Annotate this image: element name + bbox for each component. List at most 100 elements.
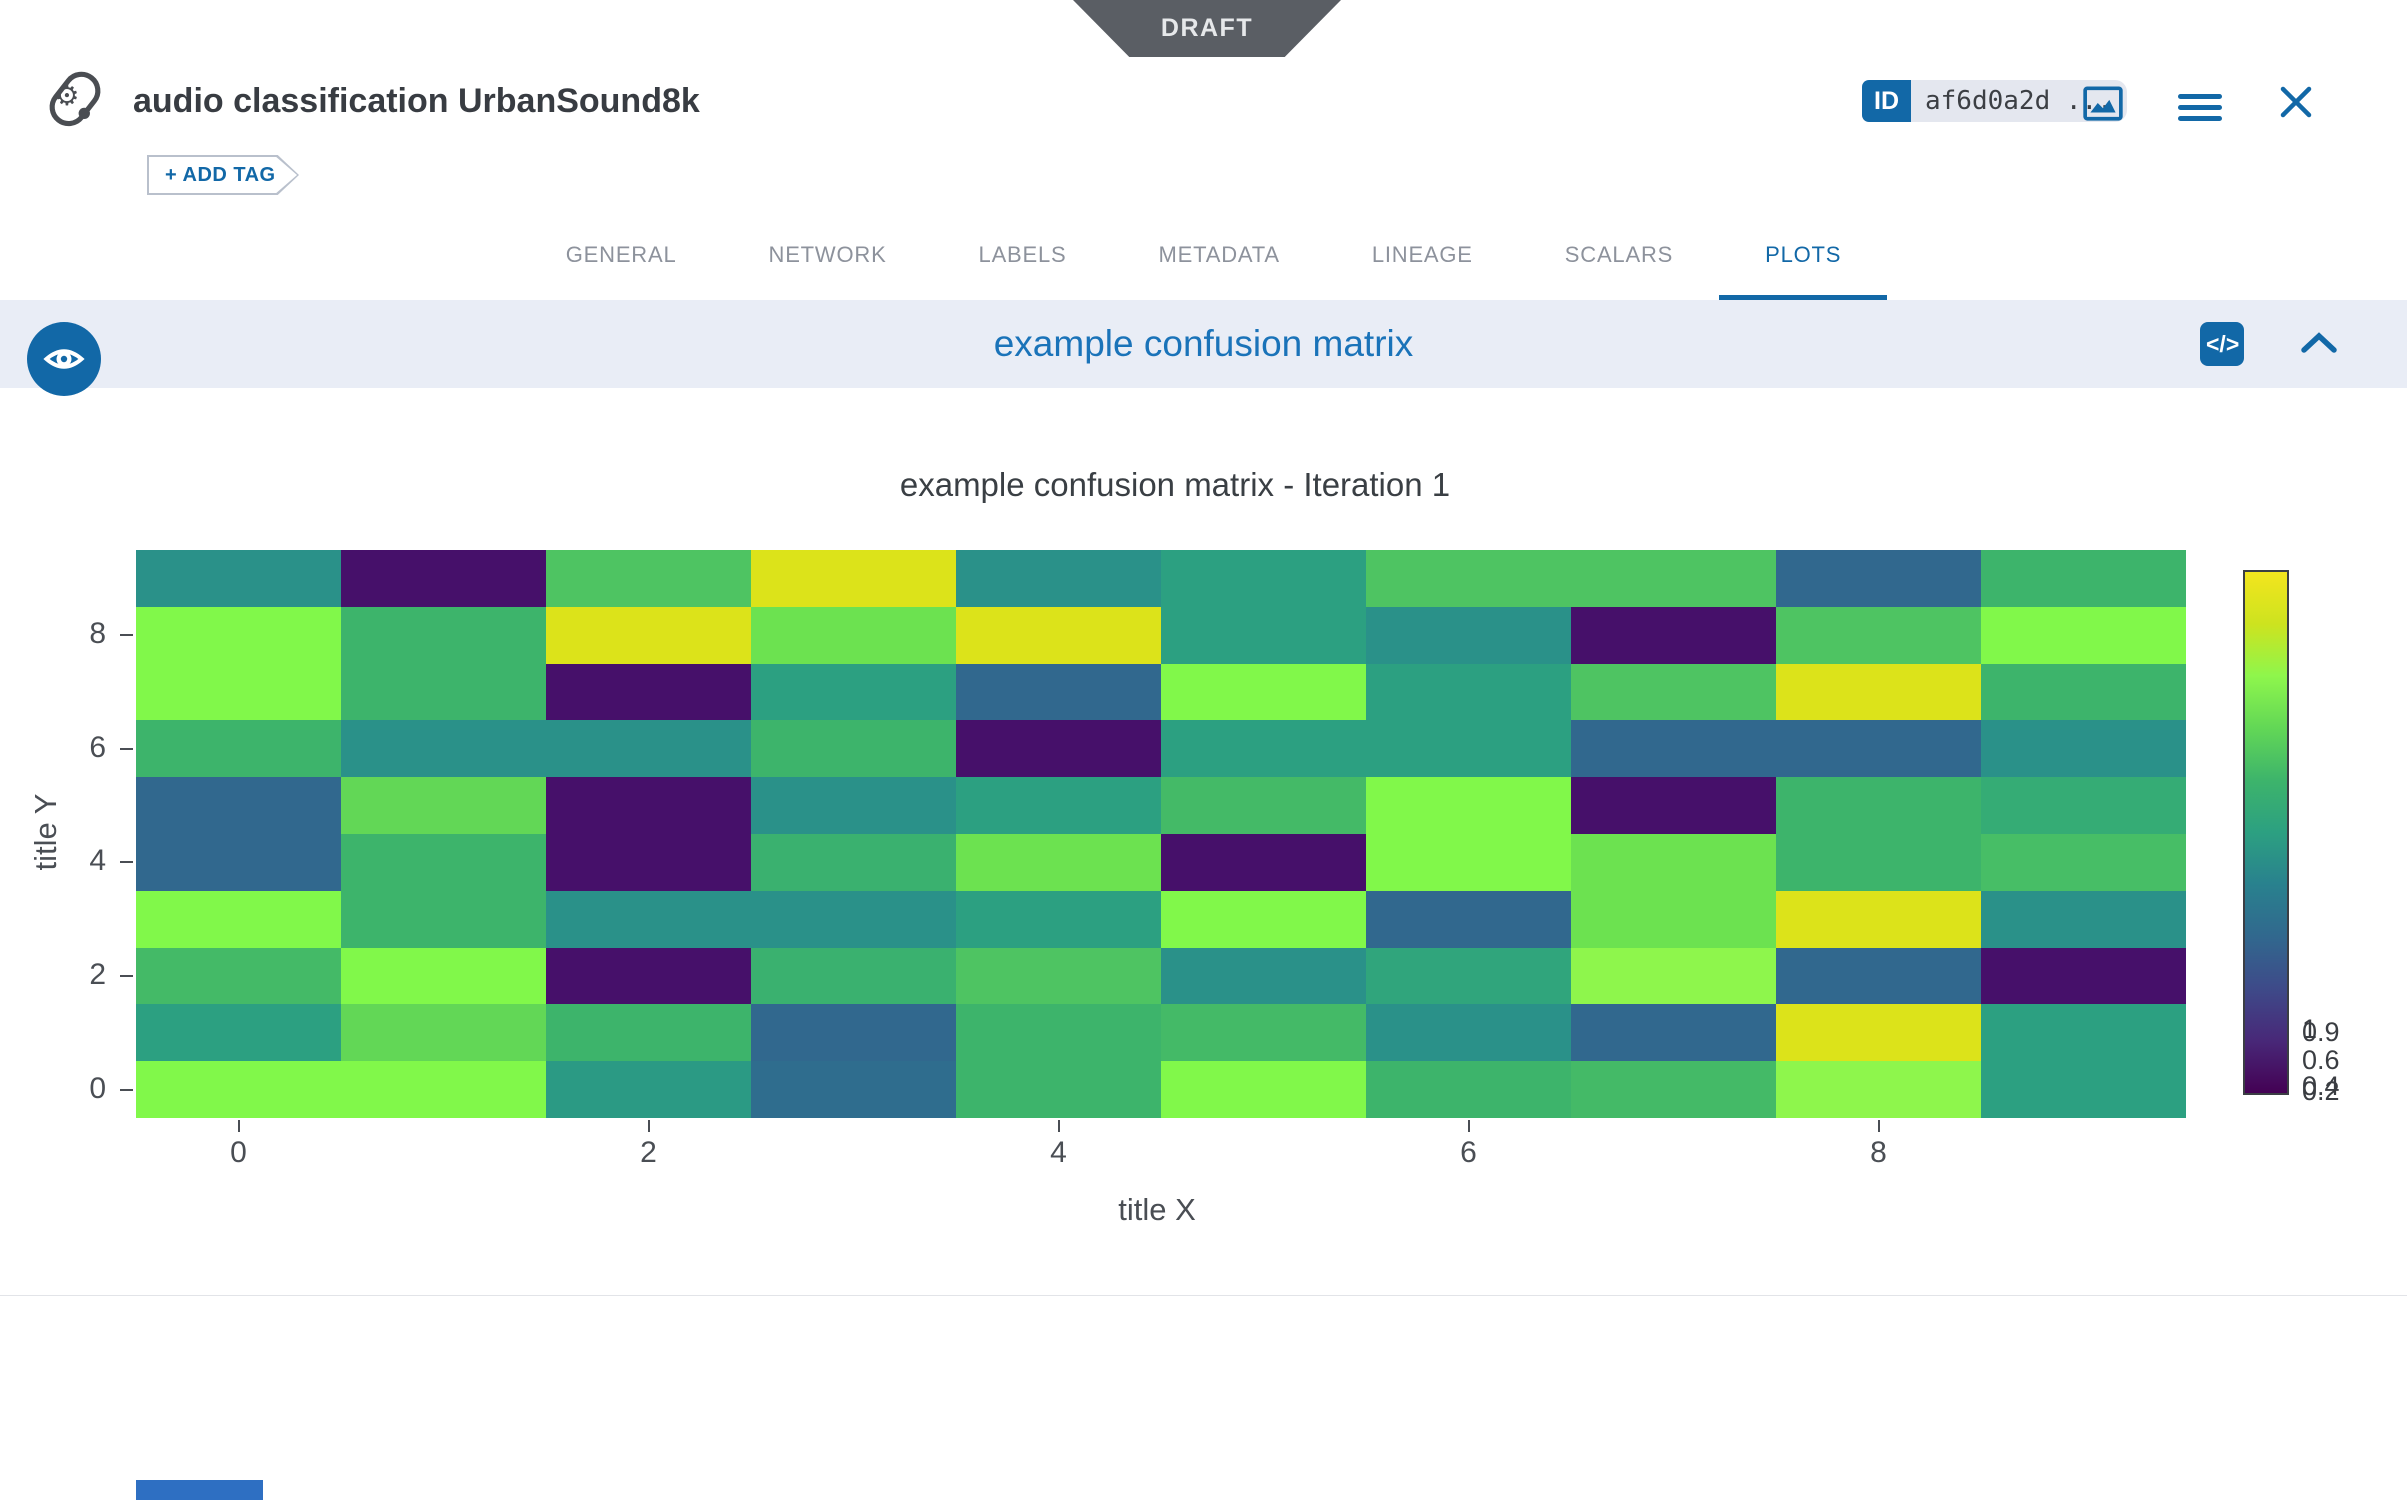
heatmap-cell[interactable] [546, 834, 751, 891]
heatmap-cell[interactable] [1776, 891, 1981, 948]
heatmap-cell[interactable] [1571, 1004, 1776, 1061]
tab-network[interactable]: NETWORK [723, 210, 933, 300]
plot-section-title[interactable]: example confusion matrix [0, 300, 2407, 388]
heatmap-cell[interactable] [1161, 664, 1366, 721]
heatmap-cell[interactable] [546, 720, 751, 777]
heatmap-cell[interactable] [1981, 1004, 2186, 1061]
heatmap-cell[interactable] [1981, 664, 2186, 721]
heatmap-cell[interactable] [1161, 948, 1366, 1005]
heatmap-cell[interactable] [341, 720, 546, 777]
tab-metadata[interactable]: METADATA [1113, 210, 1326, 300]
tab-general[interactable]: GENERAL [520, 210, 723, 300]
tab-lineage[interactable]: LINEAGE [1326, 210, 1519, 300]
heatmap-cell[interactable] [751, 664, 956, 721]
heatmap-cell[interactable] [1776, 720, 1981, 777]
heatmap-cell[interactable] [546, 664, 751, 721]
heatmap-cell[interactable] [1776, 664, 1981, 721]
heatmap-cell[interactable] [1161, 777, 1366, 834]
heatmap-cell[interactable] [546, 777, 751, 834]
heatmap-cell[interactable] [1776, 607, 1981, 664]
heatmap-cell[interactable] [1366, 664, 1571, 721]
heatmap-cell[interactable] [956, 1061, 1161, 1118]
heatmap-cell[interactable] [136, 891, 341, 948]
heatmap-cell[interactable] [1776, 834, 1981, 891]
heatmap-cell[interactable] [1981, 777, 2186, 834]
heatmap-cell[interactable] [1981, 948, 2186, 1005]
heatmap-cell[interactable] [751, 948, 956, 1005]
heatmap-cell[interactable] [751, 777, 956, 834]
heatmap-cell[interactable] [1161, 834, 1366, 891]
heatmap-cell[interactable] [1161, 720, 1366, 777]
heatmap-cell[interactable] [1161, 550, 1366, 607]
heatmap-cell[interactable] [751, 1004, 956, 1061]
heatmap-cell[interactable] [341, 891, 546, 948]
heatmap-cell[interactable] [136, 948, 341, 1005]
heatmap-cell[interactable] [1161, 1004, 1366, 1061]
heatmap-cell[interactable] [1981, 834, 2186, 891]
heatmap-cell[interactable] [136, 607, 341, 664]
heatmap-cell[interactable] [546, 948, 751, 1005]
heatmap-cell[interactable] [1366, 834, 1571, 891]
heatmap-cell[interactable] [341, 948, 546, 1005]
heatmap-cell[interactable] [751, 834, 956, 891]
menu-button[interactable] [2178, 88, 2222, 127]
heatmap-cell[interactable] [751, 891, 956, 948]
heatmap-cell[interactable] [546, 1061, 751, 1118]
heatmap-cell[interactable] [341, 550, 546, 607]
view-plots-button[interactable] [2082, 82, 2124, 127]
heatmap-cell[interactable] [1161, 1061, 1366, 1118]
heatmap-cell[interactable] [956, 891, 1161, 948]
heatmap-cell[interactable] [1366, 720, 1571, 777]
heatmap-cell[interactable] [1571, 607, 1776, 664]
heatmap-cell[interactable] [546, 550, 751, 607]
heatmap-cell[interactable] [1366, 1061, 1571, 1118]
heatmap-cell[interactable] [341, 1004, 546, 1061]
heatmap-cell[interactable] [136, 550, 341, 607]
heatmap-cell[interactable] [1571, 550, 1776, 607]
heatmap-cell[interactable] [1366, 1004, 1571, 1061]
heatmap-cell[interactable] [1366, 777, 1571, 834]
heatmap-cell[interactable] [1571, 664, 1776, 721]
heatmap-cell[interactable] [956, 664, 1161, 721]
heatmap-cell[interactable] [546, 1004, 751, 1061]
heatmap-cell[interactable] [1571, 834, 1776, 891]
heatmap-cell[interactable] [1981, 1061, 2186, 1118]
heatmap-cell[interactable] [751, 1061, 956, 1118]
heatmap-cell[interactable] [1161, 607, 1366, 664]
heatmap-cell[interactable] [341, 607, 546, 664]
heatmap-cell[interactable] [1366, 948, 1571, 1005]
heatmap-cell[interactable] [956, 607, 1161, 664]
heatmap-cell[interactable] [136, 834, 341, 891]
heatmap-cell[interactable] [1981, 550, 2186, 607]
heatmap-cell[interactable] [1776, 777, 1981, 834]
heatmap-cell[interactable] [1981, 891, 2186, 948]
heatmap-cell[interactable] [1981, 607, 2186, 664]
heatmap-cell[interactable] [136, 1004, 341, 1061]
heatmap-cell[interactable] [341, 1061, 546, 1118]
heatmap-cell[interactable] [341, 834, 546, 891]
heatmap-cell[interactable] [546, 891, 751, 948]
heatmap-cell[interactable] [136, 720, 341, 777]
heatmap-cell[interactable] [136, 664, 341, 721]
heatmap-cell[interactable] [546, 607, 751, 664]
heatmap-cell[interactable] [956, 834, 1161, 891]
toggle-visibility-button[interactable] [27, 322, 101, 396]
heatmap-cell[interactable] [956, 550, 1161, 607]
tab-plots[interactable]: PLOTS [1719, 210, 1887, 300]
heatmap-cell[interactable] [341, 664, 546, 721]
heatmap-cell[interactable] [1161, 891, 1366, 948]
collapse-section-button[interactable] [2300, 330, 2338, 359]
heatmap-cell[interactable] [1366, 891, 1571, 948]
heatmap-cell[interactable] [1571, 777, 1776, 834]
heatmap-cell[interactable] [1776, 1004, 1981, 1061]
heatmap-cell[interactable] [956, 720, 1161, 777]
close-button[interactable] [2276, 82, 2316, 125]
tab-scalars[interactable]: SCALARS [1519, 210, 1719, 300]
heatmap-cell[interactable] [1366, 607, 1571, 664]
heatmap-cell[interactable] [956, 1004, 1161, 1061]
heatmap-cell[interactable] [956, 777, 1161, 834]
view-code-button[interactable]: </> [2200, 322, 2244, 366]
tab-labels[interactable]: LABELS [933, 210, 1113, 300]
heatmap-cell[interactable] [751, 720, 956, 777]
heatmap-cell[interactable] [956, 948, 1161, 1005]
